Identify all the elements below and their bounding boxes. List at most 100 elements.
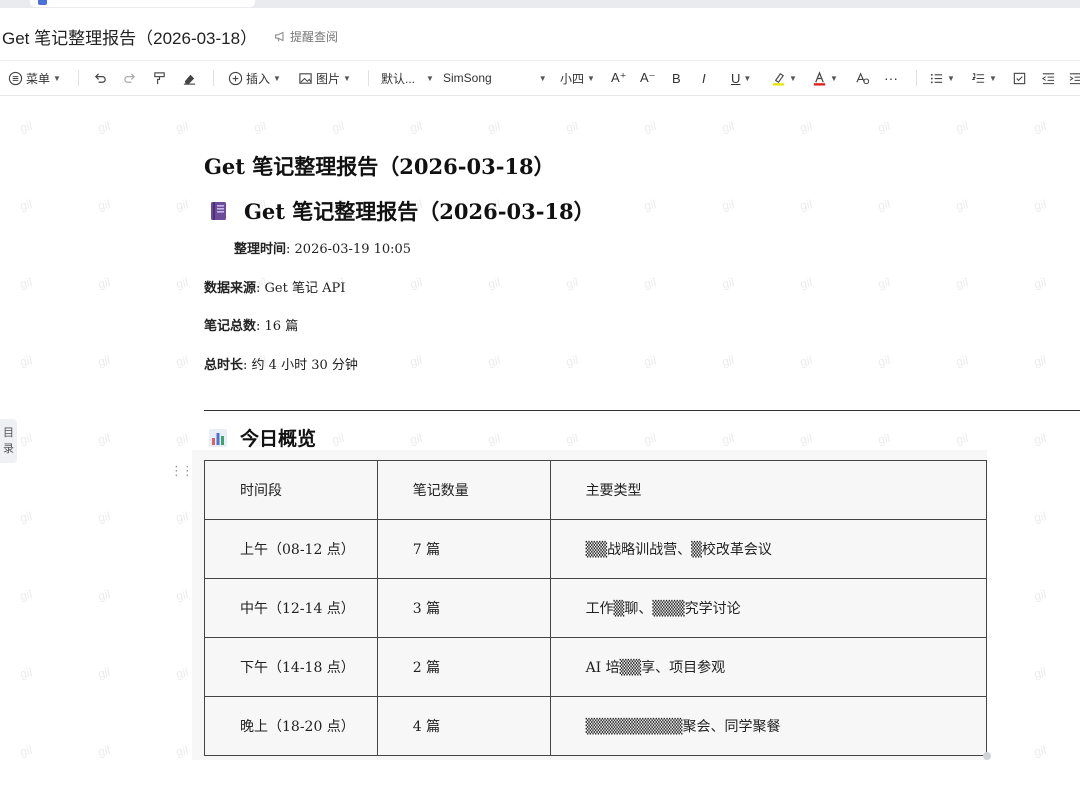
numbered-list-button[interactable]: ▼ [971,61,997,95]
image-label: 图片 [316,71,341,86]
watermark-text: gil [252,118,268,136]
table-cell[interactable]: 4 篇 [376,696,551,756]
menu-label: 菜单 [26,71,51,86]
bullet-list-icon [930,73,943,83]
watermark-text: gil [1032,118,1048,136]
watermark-text: gil [18,196,34,214]
menu-button[interactable]: 菜单 ▼ [8,61,61,95]
header-cell[interactable]: 主要类型 [549,460,988,520]
paragraph-style-select[interactable]: 默认... ▼ [381,61,434,95]
table-cell[interactable]: 下午（14-18 点） [204,637,378,697]
table-cell[interactable]: 2 篇 [376,637,551,697]
plus-circle-icon [228,71,243,85]
remind-button[interactable]: 提醒查阅 [274,28,338,45]
image-button[interactable]: 图片 ▼ [298,61,351,95]
header-cell[interactable]: 笔记数量 [376,460,551,520]
watermark-text: gil [174,430,190,448]
toc-toggle[interactable]: 目 录 [0,419,17,463]
table-cell[interactable]: 7 篇 [376,519,551,579]
redo-icon [124,72,136,83]
text-effects-button[interactable] [855,61,870,95]
meta-label: 笔记总数 [204,318,257,333]
meta-value: : Get 笔记 API [256,281,346,296]
report-heading[interactable]: Get 笔记整理报告（2026-03-18） [208,196,595,226]
table-cell[interactable]: AI 培▒▒享、项目参观 [549,637,988,697]
checklist-button[interactable] [1012,61,1027,95]
increase-font-button[interactable]: A⁺ [611,61,627,95]
bullet-list-button[interactable]: ▼ [929,61,955,95]
watermark-text: gil [18,352,34,370]
table-row: 上午（08-12 点） 7 篇 ▒▒战略训战营、▒校改革会议 [204,519,988,579]
table-cell[interactable]: 3 篇 [376,578,551,638]
overview-table[interactable]: 时间段 笔记数量 主要类型 上午（08-12 点） 7 篇 ▒▒战略训战营、▒校… [204,460,988,756]
divider [368,70,369,86]
watermark-text: gil [18,664,34,682]
divider [78,70,79,86]
watermark-text: gil [798,118,814,136]
watermark-text: gil [174,742,190,760]
image-icon [299,72,312,84]
indent-decrease-button[interactable] [1041,61,1056,95]
highlight-button[interactable]: ▼ [771,61,797,95]
clear-format-button[interactable] [182,61,197,95]
more-button[interactable]: ··· [884,61,898,95]
insert-label: 插入 [246,71,271,86]
watermark-text: gil [564,118,580,136]
document-heading[interactable]: Get 笔记整理报告（2026-03-18） [204,151,555,181]
drag-handle-icon[interactable]: ⋮⋮ [170,463,194,479]
document-canvas[interactable]: gil gil gil gil gil gil gil gil gil gil gil gil gil g… [0,95,1080,785]
meta-value: : 16 篇 [256,319,299,334]
outdent-icon [1041,72,1055,84]
watermark-text: gil [96,742,112,760]
watermark-text: gil [954,352,970,370]
watermark-text: gil [876,196,892,214]
menu-icon [8,71,23,85]
title-bar: Get 笔记整理报告（2026-03-18） 提醒查阅 [0,18,1080,54]
bold-button[interactable]: B [672,61,681,95]
active-tab[interactable] [30,0,255,7]
table-cell[interactable]: 中午（12-14 点） [204,578,378,638]
font-increase-icon: A⁺ [611,70,627,85]
watermark-text: gil [174,664,190,682]
chevron-down-icon: ▼ [343,73,351,83]
insert-button[interactable]: 插入 ▼ [228,61,281,95]
watermark-text: gil [1032,508,1048,526]
table-cell[interactable]: 晚上（18-20 点） [204,696,378,756]
section-heading-overview[interactable]: 今日概览 [208,424,316,451]
font-color-icon [813,70,826,86]
table-cell[interactable]: ▒▒▒▒▒▒▒▒▒聚会、同学聚餐 [549,696,988,756]
numbered-list-icon [971,72,985,83]
more-icon: ··· [884,70,898,86]
indent-increase-button[interactable] [1068,61,1080,95]
watermark-text: gil [642,196,658,214]
format-painter-button[interactable] [152,61,167,95]
header-cell[interactable]: 时间段 [204,460,378,520]
paragraph-style-value: 默认... [381,71,416,86]
watermark-text: gil [876,352,892,370]
watermark-text: gil [876,118,892,136]
meta-data-source: 数据来源: Get 笔记 API [204,277,345,296]
font-family-select[interactable]: SimSong ▼ [443,61,547,95]
section-heading-text: 今日概览 [240,429,317,450]
watermark-text: gil [1032,352,1048,370]
redo-button[interactable] [122,61,137,95]
watermark-text: gil [1032,586,1048,604]
meta-label: 总时长 [204,357,244,372]
font-size-select[interactable]: 小四 ▼ [560,61,595,95]
table-cell[interactable]: 上午（08-12 点） [204,519,378,579]
italic-button[interactable]: I [702,61,706,95]
watermark-text: gil [96,664,112,682]
undo-button[interactable] [93,61,108,95]
decrease-font-button[interactable]: A⁻ [640,61,656,95]
watermark-text: gil [408,430,424,448]
watermark-text: gil [96,118,112,136]
watermark-text: gil [330,430,346,448]
watermark-text: gil [18,274,34,292]
table-cell[interactable]: ▒▒战略训战营、▒校改革会议 [549,519,988,579]
table-cell[interactable]: 工作▒聊、▒▒▒究学讨论 [549,578,988,638]
underline-button[interactable]: U ▼ [731,61,751,95]
meta-label: 整理时间 [234,241,287,256]
document-title[interactable]: Get 笔记整理报告（2026-03-18） [2,24,257,49]
table-resize-handle[interactable] [983,752,991,760]
font-color-button[interactable]: ▼ [812,61,838,95]
